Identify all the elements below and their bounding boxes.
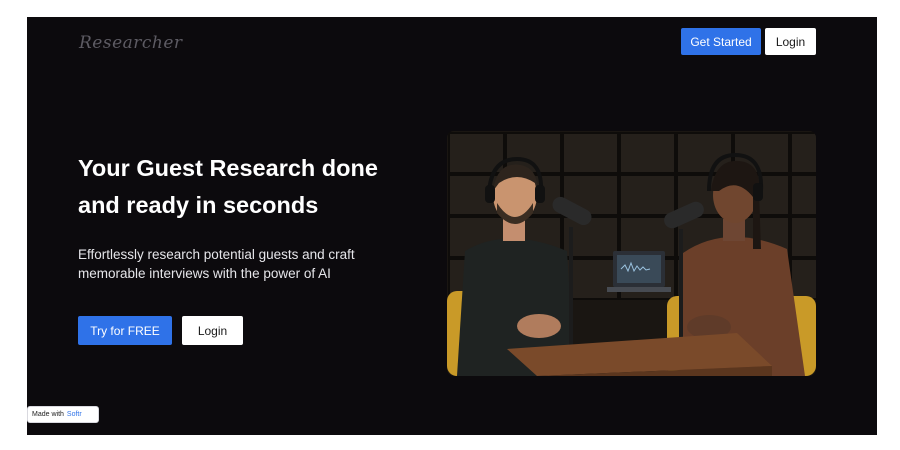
try-for-free-button[interactable]: Try for FREE <box>78 316 172 345</box>
hero-subtitle: Effortlessly research potential guests a… <box>78 247 355 281</box>
hero-login-button[interactable]: Login <box>182 316 243 345</box>
badge-brand: Softr <box>66 411 82 418</box>
landing-page: Researcher Get Started Login Your Guest … <box>27 17 877 435</box>
login-button[interactable]: Login <box>765 28 816 55</box>
get-started-button[interactable]: Get Started <box>681 28 761 55</box>
hero-title: Your Guest Research done and ready in se… <box>78 155 378 218</box>
made-with-softr-badge[interactable]: Made with Softr <box>27 406 99 423</box>
badge-prefix: Made with <box>32 411 64 418</box>
laptop-icon <box>607 251 671 292</box>
podcast-illustration <box>447 131 816 376</box>
podcast-hero-image <box>447 131 816 376</box>
logo[interactable]: Researcher <box>79 33 183 53</box>
